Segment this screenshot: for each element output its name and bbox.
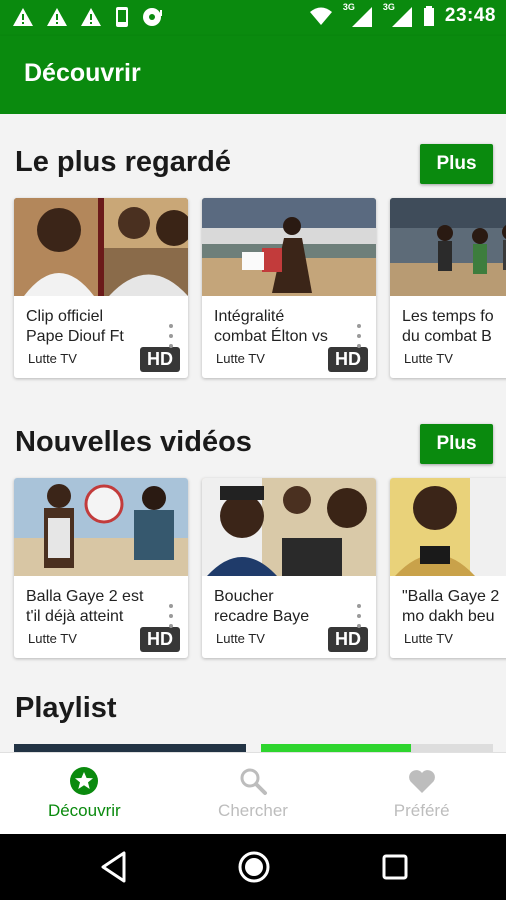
playlist-card[interactable]	[261, 744, 493, 752]
channel-name: Lutte TV	[404, 631, 453, 646]
more-options-icon[interactable]	[356, 604, 362, 628]
nav-item-discover[interactable]: Découvrir	[0, 753, 169, 834]
battery-icon	[423, 6, 434, 26]
heart-icon	[408, 770, 435, 793]
video-thumbnail	[202, 478, 376, 576]
video-thumbnail	[390, 198, 506, 296]
signal-3g-2: 3G	[383, 2, 413, 28]
more-options-icon[interactable]	[168, 324, 174, 348]
video-title: "Balla Gaye 2 mo dakh beu	[402, 588, 500, 625]
record-icon	[143, 8, 162, 26]
star-icon	[70, 767, 99, 795]
video-title: Clip officiel Pape Diouf Ft	[26, 308, 124, 345]
page-title: Découvrir	[24, 59, 141, 87]
channel-name: Lutte TV	[28, 351, 77, 366]
signal-3g-1: 3G	[343, 2, 373, 28]
more-button[interactable]: Plus	[420, 424, 493, 464]
hd-badge: HD	[140, 347, 180, 372]
home-icon[interactable]	[237, 850, 271, 884]
status-bar: 3G 3G 23:48	[0, 0, 506, 36]
video-row-new-videos[interactable]: HD Balla Gaye 2 est t'il déjà atteint Lu…	[14, 478, 506, 658]
channel-name: Lutte TV	[404, 351, 453, 366]
video-card[interactable]: HD Balla Gaye 2 est t'il déjà atteint Lu…	[14, 478, 188, 658]
video-thumbnail	[14, 478, 188, 576]
video-thumbnail	[202, 198, 376, 296]
more-button[interactable]: Plus	[420, 144, 493, 184]
bottom-navigation: Découvrir Chercher Préféré	[0, 752, 506, 834]
channel-name: Lutte TV	[216, 351, 265, 366]
video-title: Les temps fo du combat B	[402, 308, 494, 345]
video-card[interactable]: HD Boucher recadre Baye Lutte TV	[202, 478, 376, 658]
video-row-most-viewed[interactable]: HD Clip officiel Pape Diouf Ft Lutte TV …	[14, 198, 506, 378]
hd-badge: HD	[328, 347, 368, 372]
signal-icon	[391, 7, 412, 27]
video-thumbnail	[14, 198, 188, 296]
nav-label: Chercher	[218, 801, 288, 820]
signal-icon	[351, 7, 372, 27]
nav-label: Préféré	[393, 801, 450, 820]
nav-item-search[interactable]: Chercher	[169, 753, 338, 834]
section-header-new-videos: Nouvelles vidéos Plus	[0, 416, 506, 472]
hd-badge: HD	[328, 627, 368, 652]
more-options-icon[interactable]	[168, 604, 174, 628]
recent-apps-icon[interactable]	[381, 850, 409, 884]
back-icon[interactable]	[100, 850, 128, 884]
video-thumbnail	[390, 478, 506, 576]
system-navigation-bar	[0, 834, 506, 900]
video-card[interactable]: Les temps fo du combat B Lutte TV	[390, 198, 506, 378]
phone-icon	[116, 7, 128, 27]
warning-icon	[13, 8, 33, 26]
app-bar: Découvrir	[0, 36, 506, 114]
video-card[interactable]: "Balla Gaye 2 mo dakh beu Lutte TV	[390, 478, 506, 658]
more-options-icon[interactable]	[356, 324, 362, 348]
video-card[interactable]: HD Intégralité combat Élton vs Lutte TV	[202, 198, 376, 378]
channel-name: Lutte TV	[28, 631, 77, 646]
discover-content[interactable]: Le plus regardé Plus HD Clip officiel Pa…	[0, 114, 506, 752]
warning-icon	[81, 8, 101, 26]
nav-item-favorites[interactable]: Préféré	[337, 753, 506, 834]
video-card[interactable]: HD Clip officiel Pape Diouf Ft Lutte TV	[14, 198, 188, 378]
video-title: Boucher recadre Baye	[214, 588, 310, 625]
section-title: Le plus regardé	[15, 146, 231, 178]
section-header-most-viewed: Le plus regardé Plus	[0, 136, 506, 192]
warning-icon	[47, 8, 67, 26]
hd-badge: HD	[140, 627, 180, 652]
video-title: Balla Gaye 2 est t'il déjà atteint	[26, 588, 144, 625]
section-title: Nouvelles vidéos	[15, 426, 252, 458]
playlist-card[interactable]	[14, 744, 246, 752]
search-icon	[240, 768, 267, 795]
clock: 23:48	[444, 5, 496, 26]
video-title: Intégralité combat Élton vs	[214, 308, 328, 345]
nav-label: Découvrir	[47, 801, 121, 820]
wifi-icon	[309, 7, 332, 25]
playlist-title: Playlist	[15, 692, 117, 724]
channel-name: Lutte TV	[216, 631, 265, 646]
